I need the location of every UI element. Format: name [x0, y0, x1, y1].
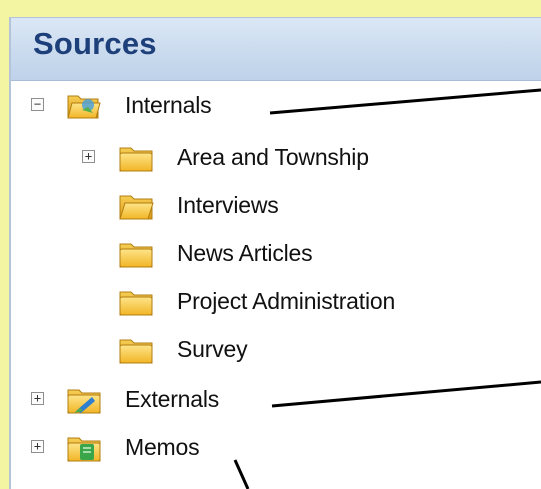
callout-line-memos	[233, 459, 250, 489]
callout-line-internals	[269, 88, 541, 115]
callout-line-externals	[271, 380, 541, 408]
callout-lines	[233, 88, 541, 489]
